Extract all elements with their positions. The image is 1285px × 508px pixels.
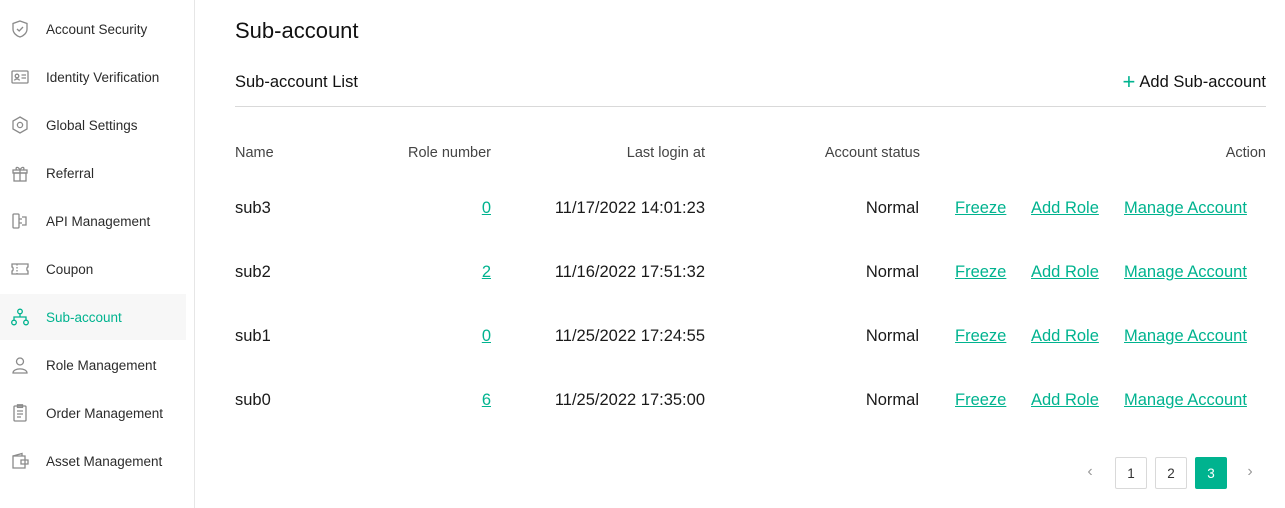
sidebar-item-label: Asset Management (46, 453, 163, 469)
list-title: Sub-account List (235, 73, 358, 91)
sidebar-item-label: Identity Verification (46, 69, 160, 85)
org-tree-icon (9, 306, 31, 328)
user-icon (9, 354, 31, 376)
sub-account-name: sub1 (235, 327, 271, 345)
manage-account-link[interactable]: Manage Account (1124, 199, 1247, 218)
clipboard-list-icon (9, 402, 31, 424)
id-card-icon (9, 66, 31, 88)
main-content: Sub-account Sub-account List + Add Sub-a… (235, 0, 1266, 508)
role-number-link[interactable]: 6 (482, 391, 491, 410)
table-row: sub1 0 11/25/2022 17:24:55 Normal Freeze… (235, 317, 1266, 357)
wallet-icon (9, 450, 31, 472)
account-status: Normal (865, 263, 919, 281)
manage-account-link[interactable]: Manage Account (1124, 327, 1247, 346)
pagination: ‹ 1 2 3 › (1075, 457, 1266, 489)
sidebar-item-label: Role Management (46, 357, 157, 373)
sidebar-item-order-management[interactable]: Order Management (0, 390, 186, 436)
column-header-action: Action (1225, 145, 1266, 161)
sidebar-item-label: Referral (46, 165, 95, 181)
role-number-link[interactable]: 2 (482, 263, 491, 282)
sidebar-item-role-management[interactable]: Role Management (0, 342, 186, 388)
add-sub-account-button[interactable]: + Add Sub-account (1123, 71, 1266, 93)
sidebar: Account Security Identity Verification G… (0, 0, 195, 508)
sidebar-item-account-security[interactable]: Account Security (0, 6, 186, 52)
settings-hexagon-icon (9, 114, 31, 136)
role-number-link[interactable]: 0 (482, 199, 491, 218)
sidebar-item-label: Coupon (46, 261, 94, 277)
account-status: Normal (865, 199, 919, 217)
sub-account-name: sub0 (235, 391, 271, 409)
page-button-1[interactable]: 1 (1115, 457, 1147, 489)
last-login-time: 11/17/2022 14:01:23 (554, 199, 705, 217)
table-row: sub0 6 11/25/2022 17:35:00 Normal Freeze… (235, 381, 1266, 421)
table-row: sub2 2 11/16/2022 17:51:32 Normal Freeze… (235, 253, 1266, 293)
freeze-link[interactable]: Freeze (955, 199, 1006, 218)
page-title: Sub-account (235, 18, 359, 43)
column-header-role-number: Role number (407, 145, 491, 161)
account-status: Normal (865, 391, 919, 409)
sidebar-item-label: Order Management (46, 405, 164, 421)
sidebar-item-api-management[interactable]: API Management (0, 198, 186, 244)
add-role-link[interactable]: Add Role (1031, 391, 1099, 410)
sidebar-item-sub-account[interactable]: Sub-account (0, 294, 186, 340)
add-sub-account-label: Add Sub-account (1139, 72, 1266, 91)
account-status: Normal (865, 327, 919, 345)
column-header-account-status: Account status (824, 145, 920, 161)
column-header-name: Name (235, 145, 274, 161)
page-button-2[interactable]: 2 (1155, 457, 1187, 489)
freeze-link[interactable]: Freeze (955, 263, 1006, 282)
sub-account-name: sub3 (235, 199, 271, 217)
role-number-link[interactable]: 0 (482, 327, 491, 346)
add-role-link[interactable]: Add Role (1031, 263, 1099, 282)
sidebar-item-asset-management[interactable]: Asset Management (0, 438, 186, 484)
sidebar-item-label: API Management (46, 213, 151, 229)
sidebar-item-label: Account Security (46, 21, 148, 37)
column-header-last-login: Last login at (626, 145, 705, 161)
last-login-time: 11/25/2022 17:24:55 (554, 327, 705, 345)
sidebar-item-label: Sub-account (46, 309, 122, 325)
sidebar-item-identity-verification[interactable]: Identity Verification (0, 54, 186, 100)
last-login-time: 11/16/2022 17:51:32 (554, 263, 705, 281)
last-login-time: 11/25/2022 17:35:00 (554, 391, 705, 409)
shield-check-icon (9, 18, 31, 40)
divider (235, 106, 1266, 107)
page-button-3[interactable]: 3 (1195, 457, 1227, 489)
freeze-link[interactable]: Freeze (955, 327, 1006, 346)
sidebar-item-label: Global Settings (46, 117, 138, 133)
freeze-link[interactable]: Freeze (955, 391, 1006, 410)
table-row: sub3 0 11/17/2022 14:01:23 Normal Freeze… (235, 189, 1266, 229)
manage-account-link[interactable]: Manage Account (1124, 263, 1247, 282)
manage-account-link[interactable]: Manage Account (1124, 391, 1247, 410)
sidebar-item-global-settings[interactable]: Global Settings (0, 102, 186, 148)
sidebar-item-referral[interactable]: Referral (0, 150, 186, 196)
gift-icon (9, 162, 31, 184)
add-role-link[interactable]: Add Role (1031, 199, 1099, 218)
next-page-button[interactable]: › (1235, 457, 1265, 487)
api-plug-icon (9, 210, 31, 232)
plus-icon: + (1122, 69, 1136, 94)
prev-page-button[interactable]: ‹ (1075, 457, 1105, 487)
sub-account-name: sub2 (235, 263, 271, 281)
sidebar-item-coupon[interactable]: Coupon (0, 246, 186, 292)
coupon-icon (9, 258, 31, 280)
add-role-link[interactable]: Add Role (1031, 327, 1099, 346)
